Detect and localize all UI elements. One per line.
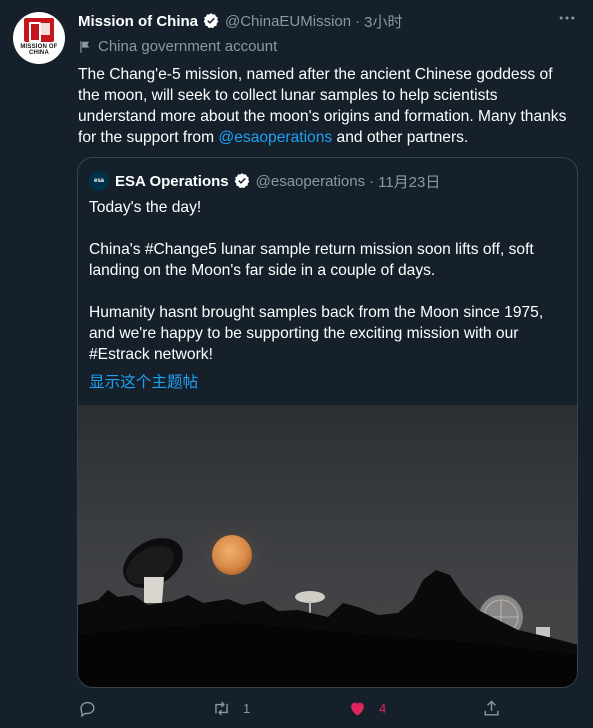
quoted-display-name: ESA Operations [115,172,229,190]
quoted-author-avatar: esa [89,171,109,191]
separator-dot: · [355,12,361,30]
quoted-tweet-text: Today's the day! China's #Change5 lunar … [89,197,567,365]
quoted-handle: @esaoperations [255,172,366,190]
esa-logo-text: esa [93,178,104,184]
quoted-timestamp: 11月23日 [378,173,441,191]
quoted-tweet-header: esa ESA Operations @esaoperations · 11月2… [89,170,440,192]
reply-button[interactable] [78,699,97,718]
quoted-paragraph: Humanity hasnt brought samples back from… [89,304,544,363]
mission-emblem-icon [24,18,54,42]
avatar-logo-text: MISSION OF CHINA [20,44,58,56]
quoted-tweet-photo[interactable] [78,405,578,688]
reply-icon [80,701,95,718]
tweet-actions: 1 4 [78,699,515,723]
tweet-header: Mission of China @ChinaEUMission · 3小时 [78,11,573,31]
moon [212,535,252,575]
share-button[interactable] [482,699,501,718]
like-count: 4 [379,701,387,716]
quoted-paragraph: Today's the day! [89,199,202,216]
tweet-text: The Chang'e-5 mission, named after the a… [78,64,568,148]
author-avatar[interactable]: MISSION OF CHINA [13,12,65,64]
share-icon [484,700,499,716]
tweet-timestamp[interactable]: 3小时 [364,11,402,32]
government-account-text: China government account [98,38,278,55]
retweet-icon [215,701,228,716]
retweet-button[interactable]: 1 [212,699,250,718]
tweet-text-end: and other partners. [332,129,469,146]
more-icon[interactable] [555,8,579,32]
mention-link[interactable]: @esaoperations [218,129,332,146]
verified-badge-icon [203,13,219,29]
quoted-tweet-card[interactable]: esa ESA Operations @esaoperations · 11月2… [77,157,578,688]
like-icon [351,702,364,716]
separator-dot: · [369,172,375,190]
verified-badge-icon [234,173,249,189]
quoted-paragraph: China's #Change5 lunar sample return mis… [89,241,534,279]
retweet-count: 1 [243,701,251,716]
like-button[interactable]: 4 [348,699,386,718]
author-handle[interactable]: @ChinaEUMission [225,13,351,30]
show-thread-link[interactable]: 显示这个主题帖 [89,370,198,392]
government-account-label[interactable]: China government account [78,38,277,55]
flag-icon [80,40,90,53]
author-display-name[interactable]: Mission of China [78,13,198,30]
